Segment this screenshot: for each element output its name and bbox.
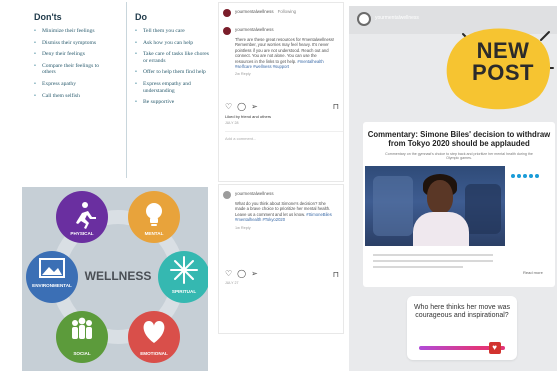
paragraph-line bbox=[373, 260, 493, 262]
avatar[interactable] bbox=[223, 27, 231, 35]
likes-count[interactable]: Liked by friend and others bbox=[225, 114, 343, 119]
comment-icon[interactable]: ◯ bbox=[237, 270, 246, 278]
bookmark-icon[interactable]: ⊓ bbox=[333, 102, 339, 111]
comment-text: There are these great resources for #men… bbox=[235, 37, 335, 69]
article-sidebar bbox=[511, 168, 553, 178]
follow-status[interactable]: Following bbox=[278, 9, 297, 14]
do-item: Tell them you care bbox=[135, 28, 209, 35]
dont-item: Call them selfish bbox=[34, 93, 108, 100]
post-header: yourmentalwellness Following bbox=[223, 9, 339, 17]
share-dots[interactable] bbox=[511, 174, 553, 178]
wellness-wheel: WELLNESS PHYSICAL MENTAL SPIRITUAL EMOTI… bbox=[26, 191, 208, 363]
article-card[interactable]: Commentary: Simone Biles' decision to wi… bbox=[363, 122, 555, 287]
dont-item: Express apathy bbox=[34, 81, 108, 88]
heart-emoji-icon[interactable]: ♥ bbox=[488, 342, 501, 354]
story-username[interactable]: yourmentalwellness bbox=[375, 15, 419, 21]
post-actions: ♡ ◯ ➢ ⊓ bbox=[225, 270, 339, 279]
add-comment-input[interactable]: Add a comment... bbox=[225, 131, 343, 141]
dos-column: Do Tell them you care Ask how you can he… bbox=[126, 2, 209, 178]
dont-item: Dismiss their symptoms bbox=[34, 40, 108, 47]
comment-row: yourmentalwellness bbox=[223, 191, 339, 199]
post-date: JULY 28 bbox=[225, 121, 239, 126]
do-item: Offer to help them find help bbox=[135, 69, 209, 76]
poll-question-sticker[interactable]: Who here thinks her move was courageous … bbox=[407, 296, 517, 360]
mental-label: MENTAL bbox=[145, 231, 164, 236]
article-subhead: Commentary on the gymnast's choice to st… bbox=[385, 152, 533, 161]
share-icon[interactable]: ➢ bbox=[251, 102, 258, 111]
environmental-label: ENVIRONMENTAL bbox=[32, 283, 72, 288]
comment-row: yourmentalwellness bbox=[223, 27, 339, 35]
social-label: SOCIAL bbox=[73, 351, 91, 356]
post-date: JULY 27 bbox=[225, 280, 239, 285]
heart-icon[interactable]: ♡ bbox=[225, 270, 232, 278]
paragraph-line bbox=[373, 266, 463, 268]
donts-column: Don'ts Minimize their feelings Dismiss t… bbox=[26, 2, 108, 104]
paragraph-line bbox=[373, 254, 493, 256]
article-headline: Commentary: Simone Biles' decision to wi… bbox=[367, 130, 551, 148]
people-icon bbox=[72, 317, 92, 339]
do-item: Take care of tasks like chores or errand… bbox=[135, 51, 209, 64]
comment-meta[interactable]: 1w Reply bbox=[235, 226, 343, 230]
read-more-link[interactable]: Read more bbox=[523, 270, 543, 275]
comment-username[interactable]: yourmentalwellness bbox=[235, 191, 274, 196]
wellness-wheel-panel: WELLNESS PHYSICAL MENTAL SPIRITUAL EMOTI… bbox=[22, 187, 208, 371]
dont-item: Compare their feelings to others bbox=[34, 63, 108, 76]
instagram-post-panel: yourmentalwellness Following yourmentalw… bbox=[212, 0, 348, 371]
post-username[interactable]: yourmentalwellness bbox=[235, 9, 274, 14]
comment-text: What do you think about Simone's decisio… bbox=[235, 201, 335, 223]
share-icon[interactable]: ➢ bbox=[251, 270, 258, 278]
article-photo bbox=[365, 166, 505, 246]
emotional-label: EMOTIONAL bbox=[140, 351, 168, 356]
bookmark-icon[interactable]: ⊓ bbox=[333, 270, 339, 279]
poll-question: Who here thinks her move was courageous … bbox=[413, 304, 511, 320]
post-actions: ♡ ◯ ➢ ⊓ bbox=[225, 102, 339, 111]
instagram-story-panel: yourmentalwellness NEW POST Commentary: … bbox=[349, 6, 557, 371]
comment-icon[interactable]: ◯ bbox=[237, 102, 246, 111]
avatar[interactable] bbox=[223, 191, 231, 199]
do-item: Express empathy and understanding bbox=[135, 81, 209, 94]
dont-item: Minimize their feelings bbox=[34, 28, 108, 35]
avatar[interactable] bbox=[357, 12, 371, 26]
do-item: Ask how you can help bbox=[135, 40, 209, 47]
donts-title: Don'ts bbox=[34, 12, 62, 22]
physical-label: PHYSICAL bbox=[70, 231, 93, 236]
heart-icon[interactable]: ♡ bbox=[225, 102, 232, 111]
dos-donts-panel: Don'ts Minimize their feelings Dismiss t… bbox=[14, 2, 210, 182]
instagram-comment-card: yourmentalwellness What do you think abo… bbox=[218, 184, 344, 334]
avatar[interactable] bbox=[223, 9, 231, 17]
sparkle-icon bbox=[170, 256, 198, 284]
dont-item: Deny their feelings bbox=[34, 51, 108, 58]
wellness-center-label: WELLNESS bbox=[85, 269, 152, 283]
spiritual-label: SPIRITUAL bbox=[172, 289, 196, 294]
comment-username[interactable]: yourmentalwellness bbox=[235, 27, 274, 32]
instagram-comment-card: yourmentalwellness Following yourmentalw… bbox=[218, 2, 344, 182]
new-post-label: NEW POST bbox=[472, 38, 534, 85]
do-item: Be supportive bbox=[135, 99, 209, 106]
comment-meta[interactable]: 2w Reply bbox=[235, 72, 343, 76]
do-title: Do bbox=[135, 12, 147, 22]
